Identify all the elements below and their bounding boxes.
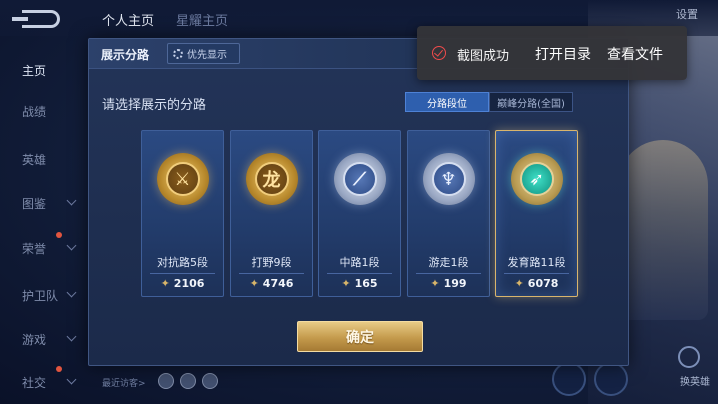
tab-profile[interactable]: 个人主页 [102,10,154,29]
lane-card-score: ✦ 199 [408,277,489,290]
avatar[interactable] [202,373,218,389]
score-value: 4746 [262,277,294,290]
lane-card-mid[interactable]: ⟋ 中路1段 ✦ 165 [318,130,401,297]
notification-dot [56,366,62,372]
tab-peak-lane-national[interactable]: 巅峰分路(全国) [489,92,573,112]
recent-visitors-link[interactable]: 最近访客> [102,376,146,389]
sidebar-item-home[interactable]: 主页 [22,62,46,79]
score-star-icon: ✦ [249,277,259,290]
back-logo-icon[interactable] [12,10,60,28]
sidebar-item-records[interactable]: 战绩 [22,103,46,120]
priority-display-button[interactable]: 优先显示 [167,43,240,64]
card-divider [150,273,215,274]
sidebar-item-guard[interactable]: 护卫队 [22,287,58,304]
tab-star-profile[interactable]: 星耀主页 [176,10,228,29]
chevron-down-icon [66,240,77,251]
chevron-down-icon [66,287,77,298]
toast-message: 截图成功 [457,49,510,64]
priority-display-label: 优先显示 [187,50,227,61]
sidebar-item-games[interactable]: 游戏 [22,331,46,348]
tab-lane-rank[interactable]: 分路段位 [405,92,489,112]
open-folder-link[interactable]: 打开目录 [535,44,591,64]
view-file-link[interactable]: 查看文件 [607,44,663,64]
top-lane-medal-icon: ⚔ [156,153,209,205]
hero-figure [618,140,708,320]
lane-card-jungle[interactable]: 龙 打野9段 ✦ 4746 [230,130,313,297]
lane-display-dialog: 展示分路 优先显示 请选择展示的分路 分路段位 巅峰分路(全国) ⚔ 对抗路5段… [88,38,629,366]
lane-card-top[interactable]: ⚔ 对抗路5段 ✦ 2106 [141,130,224,297]
score-star-icon: ✦ [514,277,524,290]
sidebar-item-heroes[interactable]: 英雄 [22,151,46,168]
lane-card-label: 发育路11段 [507,256,566,269]
lane-card-label: 中路1段 [339,256,380,269]
dialog-title: 展示分路 [101,48,150,62]
lane-card-score: ✦ 2106 [142,277,223,290]
swap-hero-label[interactable]: 换英雄 [680,373,710,388]
sidebar-item-codex[interactable]: 图鉴 [22,195,46,212]
home-round-button[interactable] [552,362,586,396]
chevron-down-icon [66,331,77,342]
lane-card-farm[interactable]: ➶ 发育路11段 ✦ 6078 [495,130,578,297]
jungle-medal-icon: 龙 [245,153,298,205]
settings-button[interactable]: 设置 [676,6,698,22]
chevron-down-icon [66,374,77,385]
score-value: 6078 [527,277,559,290]
lane-card-roam[interactable]: ♆ 游走1段 ✦ 199 [407,130,490,297]
score-star-icon: ✦ [430,277,440,290]
gear-icon [173,48,183,59]
score-value: 165 [354,277,378,290]
score-value: 199 [443,277,467,290]
sidebar: 主页 战绩 英雄 图鉴 荣誉 护卫队 游戏 社交 [0,40,88,404]
card-divider [327,273,392,274]
swap-hero-icon[interactable] [678,346,700,368]
score-star-icon: ✦ [160,277,170,290]
play-round-button[interactable] [594,362,628,396]
avatar[interactable] [180,373,196,389]
card-divider [239,273,304,274]
mid-lane-medal-icon: ⟋ [333,153,386,205]
screenshot-toast: 截图成功 打开目录 查看文件 [417,26,687,80]
roam-medal-icon: ♆ [422,153,475,205]
select-lane-prompt: 请选择展示的分路 [102,98,207,113]
sidebar-item-social[interactable]: 社交 [22,374,46,391]
card-divider [504,273,569,274]
card-divider [416,273,481,274]
score-star-icon: ✦ [341,277,351,290]
sidebar-item-honor[interactable]: 荣誉 [22,240,46,257]
lane-card-score: ✦ 6078 [496,277,577,290]
lane-card-label: 打野9段 [251,256,292,269]
lane-card-score: ✦ 165 [319,277,400,290]
notification-dot [56,232,62,238]
avatar[interactable] [158,373,174,389]
score-value: 2106 [173,277,205,290]
lane-card-score: ✦ 4746 [231,277,312,290]
lane-card-label: 游走1段 [428,256,469,269]
confirm-button[interactable]: 确定 [297,321,423,352]
check-circle-icon [432,46,446,60]
lane-card-label: 对抗路5段 [157,256,208,269]
chevron-down-icon [66,195,77,206]
farm-lane-medal-icon: ➶ [510,153,563,205]
